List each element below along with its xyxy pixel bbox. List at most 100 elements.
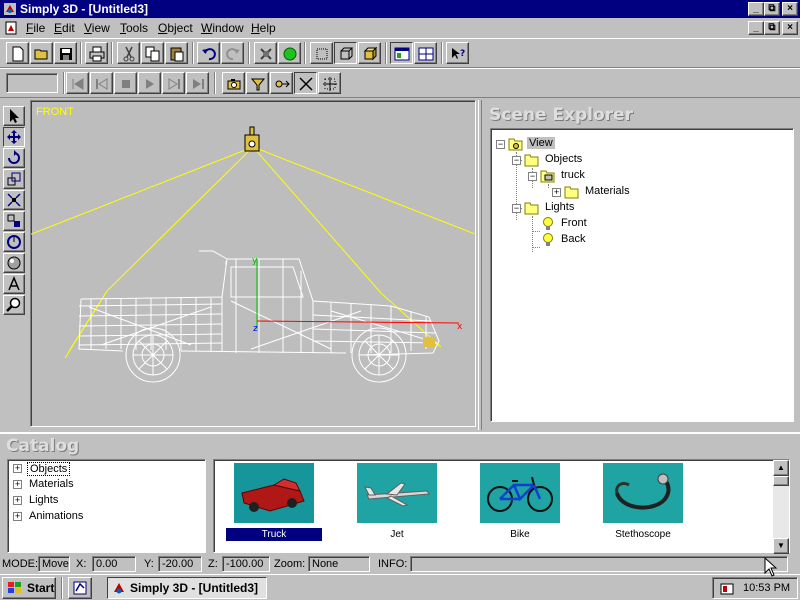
taskbar-app-simply3d[interactable]: Simply 3D - [Untitled3] xyxy=(107,577,267,599)
rotate-tool-button[interactable] xyxy=(3,148,25,168)
orbit-tool-button[interactable] xyxy=(3,232,25,252)
doc-close-button[interactable]: × xyxy=(782,21,798,35)
taper-tool-button[interactable] xyxy=(3,211,25,231)
menu-tools[interactable]: Tools xyxy=(120,21,148,35)
squash-tool-button[interactable] xyxy=(3,190,25,210)
catalog-item-stethoscope[interactable]: Stethoscope xyxy=(595,463,691,545)
scroll-down-button[interactable]: ▼ xyxy=(773,538,789,554)
catalog-scrollbar[interactable]: ▲ ▼ xyxy=(773,460,789,554)
open-button[interactable] xyxy=(30,42,53,64)
frame-counter-field[interactable] xyxy=(6,73,58,93)
front-viewport[interactable]: FRONT y x z xyxy=(30,100,476,427)
category-objects[interactable]: Objects xyxy=(27,462,71,476)
expand-animations-toggle[interactable]: + xyxy=(13,512,22,521)
context-help-button[interactable]: ? xyxy=(446,42,469,64)
undo-button[interactable] xyxy=(197,42,220,64)
tree-node-view[interactable]: View xyxy=(507,136,597,152)
scroll-up-button[interactable]: ▲ xyxy=(773,460,789,476)
menu-view[interactable]: View xyxy=(84,21,110,35)
catalog-item-bike[interactable]: Bike xyxy=(472,463,568,545)
menu-edit[interactable]: Edit xyxy=(54,21,75,35)
menu-window[interactable]: Window xyxy=(201,21,244,35)
redo-button[interactable] xyxy=(221,42,244,64)
cut-button[interactable] xyxy=(117,42,140,64)
layout-single-button[interactable] xyxy=(390,42,413,64)
scroll-thumb[interactable] xyxy=(773,476,789,486)
document-icon[interactable] xyxy=(4,21,18,35)
camera-button[interactable] xyxy=(222,72,245,94)
last-frame-button[interactable] xyxy=(186,72,209,94)
collapse-lights-toggle[interactable]: − xyxy=(512,204,521,213)
spotlight-button[interactable] xyxy=(246,72,269,94)
catalog-item-truck[interactable]: Truck xyxy=(226,463,322,545)
new-button[interactable] xyxy=(6,42,29,64)
menu-object[interactable]: Object xyxy=(158,21,193,35)
tree-node-truck[interactable]: truck xyxy=(539,168,629,184)
tree-node-back-light[interactable]: Back xyxy=(539,232,629,248)
prev-frame-button[interactable] xyxy=(90,72,113,94)
tree-node-front-light[interactable]: Front xyxy=(539,216,629,232)
doc-minimize-button[interactable]: _ xyxy=(748,21,764,35)
print-button[interactable] xyxy=(85,42,108,64)
next-frame-button[interactable] xyxy=(162,72,185,94)
menu-file[interactable]: File xyxy=(26,21,45,35)
tree-node-objects[interactable]: Objects xyxy=(523,152,613,168)
minimize-button[interactable]: _ xyxy=(748,2,764,16)
move-tool-button[interactable] xyxy=(3,127,25,147)
paste-button[interactable] xyxy=(165,42,188,64)
text-tool-button[interactable] xyxy=(3,274,25,294)
render-stop-button[interactable] xyxy=(254,42,277,64)
catalog-heading: Catalog xyxy=(6,436,80,456)
category-lights[interactable]: Lights xyxy=(29,494,58,506)
collapse-truck-toggle[interactable]: − xyxy=(528,172,537,181)
save-button[interactable] xyxy=(54,42,77,64)
stop-icon xyxy=(122,80,130,88)
expand-materials-toggle[interactable]: + xyxy=(13,480,22,489)
tree-node-materials[interactable]: Materials xyxy=(563,184,663,200)
start-button[interactable]: Start xyxy=(2,577,56,599)
tree-node-lights[interactable]: Lights xyxy=(523,200,613,216)
zoom-tool-button[interactable] xyxy=(3,295,25,315)
simply3d-app-icon[interactable] xyxy=(3,2,17,16)
doc-restore-button[interactable]: ⧉ xyxy=(764,21,780,35)
scene-canvas[interactable]: y x z xyxy=(31,101,475,426)
folder-icon xyxy=(564,186,579,199)
render-go-button[interactable] xyxy=(278,42,301,64)
collapse-view-toggle[interactable]: − xyxy=(496,140,505,149)
menu-help[interactable]: Help xyxy=(251,21,276,35)
expand-lights-toggle[interactable]: + xyxy=(13,496,22,505)
scale-tool-button[interactable] xyxy=(3,169,25,189)
new-icon xyxy=(12,46,24,62)
vertical-splitter[interactable] xyxy=(478,100,482,430)
tray-app-icon[interactable] xyxy=(719,581,735,597)
collapse-objects-toggle[interactable]: − xyxy=(512,156,521,165)
stop-button[interactable] xyxy=(114,72,137,94)
select-tool-button[interactable] xyxy=(3,106,25,126)
category-materials[interactable]: Materials xyxy=(29,478,74,490)
scale-icon xyxy=(7,172,21,186)
mouse-cursor-icon xyxy=(764,557,778,577)
axis-button[interactable] xyxy=(294,72,317,94)
wireframe-button[interactable] xyxy=(310,42,333,64)
sphere-tool-button[interactable] xyxy=(3,253,25,273)
copy-button[interactable] xyxy=(141,42,164,64)
category-animations[interactable]: Animations xyxy=(29,510,83,522)
grid-move-button[interactable] xyxy=(318,72,341,94)
catalog-label-bike: Bike xyxy=(510,529,530,540)
close-button[interactable]: × xyxy=(782,2,798,16)
status-bar: MODE: Move X: 0.00 Y: -20.00 Z: -100.00 … xyxy=(0,554,800,574)
solid-box-button[interactable] xyxy=(358,42,381,64)
restore-button[interactable]: ⧉ xyxy=(764,2,780,16)
target-button[interactable] xyxy=(270,72,293,94)
play-button[interactable] xyxy=(138,72,161,94)
quicklaunch-button[interactable] xyxy=(68,577,92,599)
svg-text:z: z xyxy=(253,324,258,334)
layout-split-button[interactable] xyxy=(414,42,437,64)
catalog-item-jet[interactable]: Jet xyxy=(349,463,445,545)
box-outline-button[interactable] xyxy=(334,42,357,64)
expand-objects-toggle[interactable]: + xyxy=(13,464,22,473)
wireframe-icon xyxy=(316,48,328,60)
expand-materials-toggle[interactable]: + xyxy=(552,188,561,197)
first-frame-button[interactable] xyxy=(66,72,89,94)
standard-toolbar: ? xyxy=(0,38,800,68)
